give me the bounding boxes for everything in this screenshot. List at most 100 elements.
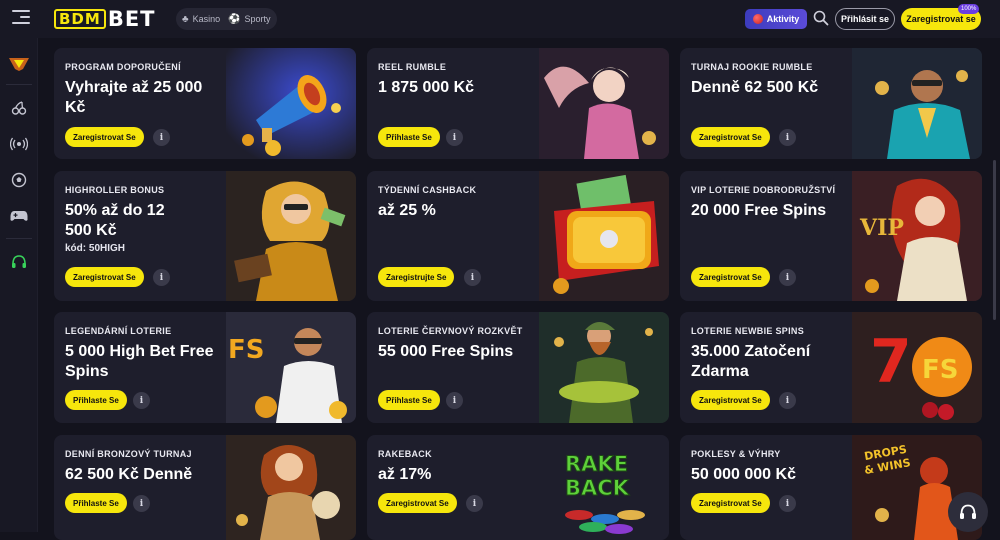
promo-label: LEGENDÁRNÍ LOTERIE (65, 326, 172, 336)
promo-title: až 17% (378, 466, 432, 483)
promo-label: DENNÍ BRONZOVÝ TURNAJ (65, 449, 192, 459)
live-icon[interactable] (0, 132, 38, 156)
megaphone-illustration (226, 48, 356, 159)
promo-cta-button[interactable]: Zaregistrovat Se (691, 493, 770, 513)
promo-cta-button[interactable]: Zaregistrovat Se (691, 390, 770, 410)
logo[interactable]: BDM BET (54, 7, 156, 31)
promo-title: 5 000 High Bet Free Spins (65, 343, 214, 380)
info-icon[interactable]: i (779, 392, 796, 409)
login-button[interactable]: Přihlásit se (835, 8, 895, 30)
info-icon[interactable]: i (446, 392, 463, 409)
promo-card-drops-wins: POKLESY & VÝHRY 50 000 000 Kč Zaregistro… (680, 435, 982, 540)
promo-label: REEL RUMBLE (378, 62, 447, 72)
promo-cta-button[interactable]: Přihlaste Se (378, 390, 440, 410)
promo-cta-button[interactable]: Zaregistrovat Se (691, 267, 770, 287)
promo-title: Denně 62 500 Kč (691, 79, 819, 96)
promo-label: RAKEBACK (378, 449, 432, 459)
promo-cta-button[interactable]: Zaregistrovat Se (65, 267, 144, 287)
promo-label: LOTERIE ČERVNOVÝ ROZKVĚT (378, 326, 523, 336)
info-icon[interactable]: i (133, 495, 150, 512)
sidebar-divider (6, 238, 32, 239)
info-icon[interactable]: i (153, 129, 170, 146)
promo-card-newbie-spins: LOTERIE NEWBIE SPINS 35.000 Zatočení Zda… (680, 312, 982, 423)
promo-cta-button[interactable]: Zaregistrovat Se (691, 127, 770, 147)
promo-card-reel-rumble: REEL RUMBLE 1 875 000 Kč Přihlaste Se i (367, 48, 669, 159)
logo-boxed-text: BDM (54, 9, 106, 29)
promo-title: 50% až do 12 500 Kč (65, 202, 165, 239)
sidebar-divider (6, 84, 32, 85)
menu-icon[interactable] (12, 10, 30, 26)
mode-casino[interactable]: ♣ Kasino (182, 14, 220, 25)
promo-cta-button[interactable]: Přihlaste Se (65, 493, 127, 513)
gamepad-icon[interactable] (0, 204, 38, 228)
rakeback-chips-illustration: RAKE BACK (539, 435, 669, 540)
svg-text:BACK: BACK (565, 476, 630, 500)
search-icon[interactable] (813, 10, 829, 26)
promo-label: TURNAJ ROOKIE RUMBLE (691, 62, 813, 72)
svg-text:FS: FS (922, 355, 959, 385)
info-icon[interactable]: i (464, 269, 481, 286)
promo-cta-button[interactable]: Zaregistrovat Se (65, 127, 144, 147)
promo-label: PROGRAM DOPORUČENÍ (65, 62, 181, 72)
info-icon[interactable]: i (779, 495, 796, 512)
promo-cta-button[interactable]: Zaregistrovat Se (378, 493, 457, 513)
promo-title: 50 000 000 Kč (691, 466, 796, 483)
promo-card-legendary-lottery: LEGENDÁRNÍ LOTERIE 5 000 High Bet Free S… (54, 312, 356, 423)
woman-with-cash-illustration (226, 171, 356, 301)
mode-switch: ♣ Kasino ⚽ Sporty (176, 8, 277, 30)
headset-icon[interactable] (0, 250, 38, 274)
promo-card-bronze-tournament: DENNÍ BRONZOVÝ TURNAJ 62 500 Kč Denně Př… (54, 435, 356, 540)
football-icon[interactable] (0, 168, 38, 192)
info-icon[interactable]: i (133, 392, 150, 409)
info-icon[interactable]: i (446, 129, 463, 146)
promo-card-june-lottery: LOTERIE ČERVNOVÝ ROZKVĚT 55 000 Free Spi… (367, 312, 669, 423)
promo-title: 55 000 Free Spins (378, 343, 514, 360)
promo-card-rookie-rumble: TURNAJ ROOKIE RUMBLE Denně 62 500 Kč Zar… (680, 48, 982, 159)
promo-label: HIGHROLLER BONUS (65, 185, 165, 195)
casino-icon: ♣ (182, 13, 189, 25)
promo-code: kód: 50HIGH (65, 243, 126, 254)
mode-sports-label: Sporty (244, 14, 271, 24)
promo-cta-button[interactable]: Zaregistrujte Se (378, 267, 455, 287)
promo-label: VIP LOTERIE DOBRODRUŽSTVÍ (691, 185, 836, 195)
promo-cta-button[interactable]: Přihlaste Se (378, 127, 440, 147)
sidebar (0, 38, 38, 532)
svg-text:FS: FS (228, 335, 265, 365)
scrollbar[interactable] (993, 160, 996, 320)
promo-label: POKLESY & VÝHRY (691, 449, 781, 459)
vip-woman-illustration: VIP (852, 171, 982, 301)
golden-wallet-illustration (539, 171, 669, 301)
cowgirl-illustration (226, 435, 356, 540)
promo-title: až 25 % (378, 202, 436, 219)
rich-man-illustration (852, 48, 982, 159)
promo-cta-button[interactable]: Přihlaste Se (65, 390, 127, 410)
support-chat-button[interactable] (948, 492, 988, 532)
promo-title: 20 000 Free Spins (691, 202, 827, 219)
rank-badge-icon[interactable] (0, 52, 38, 76)
headset-icon (960, 504, 976, 519)
cherries-icon[interactable] (0, 96, 38, 120)
activity-button[interactable]: Aktivity (745, 9, 807, 29)
info-icon[interactable]: i (153, 269, 170, 286)
register-badge: 100% (958, 4, 980, 14)
activity-label: Aktivity (766, 14, 800, 24)
mode-casino-label: Kasino (192, 14, 221, 24)
promo-card-rakeback: RAKEBACK až 17% Zaregistrovat Se i RAKE … (367, 435, 669, 540)
free-spins-man-illustration: FS (226, 312, 356, 423)
top-bar: BDM BET ♣ Kasino ⚽ Sporty Aktivity Přihl… (0, 0, 1000, 38)
promo-card-referral: PROGRAM DOPORUČENÍ Vyhrajte až 25 000 Kč… (54, 48, 356, 159)
promo-label: LOTERIE NEWBIE SPINS (691, 326, 805, 336)
promo-label: TÝDENNÍ CASHBACK (378, 185, 477, 195)
promo-title: 1 875 000 Kč (378, 79, 475, 96)
info-icon[interactable]: i (779, 269, 796, 286)
info-icon[interactable]: i (779, 129, 796, 146)
promo-card-vip-lottery: VIP LOTERIE DOBRODRUŽSTVÍ 20 000 Free Sp… (680, 171, 982, 301)
logo-text: BET (107, 7, 156, 31)
angel-character-illustration (539, 48, 669, 159)
svg-text:RAKE: RAKE (565, 452, 628, 476)
promo-title: Vyhrajte až 25 000 Kč (65, 79, 203, 116)
mode-sports[interactable]: ⚽ Sporty (228, 14, 270, 25)
promo-title: 35.000 Zatočení Zdarma (691, 343, 811, 380)
info-icon[interactable]: i (466, 495, 483, 512)
promo-card-weekly-cashback: TÝDENNÍ CASHBACK až 25 % Zaregistrujte S… (367, 171, 669, 301)
